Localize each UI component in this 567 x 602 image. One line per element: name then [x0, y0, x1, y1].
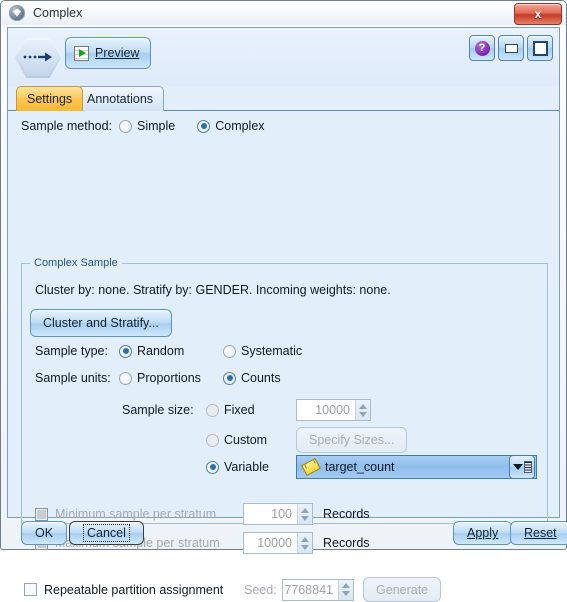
window-title: Complex	[33, 6, 83, 20]
chevron-down-icon	[342, 591, 350, 596]
node-gem-icon	[9, 5, 25, 21]
complex-sample-group	[21, 263, 548, 524]
settings-body: Sample method: Simple Complex Complex Sa…	[8, 111, 559, 602]
radio-sample-size-variable-label: Variable	[224, 460, 269, 474]
preview-button[interactable]: Preview	[65, 37, 152, 69]
tab-settings[interactable]: Settings	[16, 86, 84, 111]
minimum-stratum-units: Records	[323, 507, 370, 521]
reset-button[interactable]: Reset	[510, 521, 567, 545]
radio-sample-units-counts[interactable]	[223, 371, 236, 385]
toolbar: Preview ?	[8, 28, 559, 86]
radio-sample-units-proportions-label: Proportions	[137, 371, 201, 385]
complex-sample-dialog: Complex x Preview ? Settings Annotations…	[0, 0, 567, 602]
radio-sample-size-custom-label: Custom	[224, 433, 268, 447]
radio-sample-method-simple[interactable]	[119, 119, 132, 133]
chevron-down-icon	[512, 464, 523, 470]
seed-spinner[interactable]: 7768841	[282, 578, 354, 601]
help-button[interactable]: ?	[469, 35, 495, 61]
variable-field-combo[interactable]: target_count	[296, 455, 537, 479]
fixed-size-value: 10000	[297, 400, 355, 420]
field-picker-icon[interactable]	[509, 455, 535, 479]
radio-sample-size-variable[interactable]	[206, 460, 219, 474]
chevron-down-icon	[359, 411, 367, 417]
close-button[interactable]: x	[514, 3, 562, 25]
radio-sample-size-custom[interactable]	[206, 433, 219, 447]
radio-sample-units-counts-label: Counts	[241, 371, 281, 385]
cluster-summary: Cluster by: none. Stratify by: GENDER. I…	[35, 283, 391, 297]
repeatable-partition-row: Repeatable partition assignment Seed: 77…	[24, 577, 442, 602]
specify-sizes-label: Specify Sizes...	[309, 433, 395, 447]
checkbox-repeatable-partition-assignment[interactable]	[24, 583, 37, 596]
complex-sample-group-title: Complex Sample	[30, 257, 122, 269]
radio-sample-type-random-label: Random	[137, 344, 185, 358]
tab-settings-label: Settings	[27, 92, 73, 106]
chevron-up-icon	[301, 507, 309, 513]
sample-node-icon	[15, 34, 63, 82]
radio-sample-size-fixed-label: Fixed	[224, 403, 255, 417]
sample-method-row: Sample method: Simple Complex	[21, 119, 265, 133]
radio-sample-method-simple-label: Simple	[137, 119, 176, 133]
title-bar: Complex x	[1, 1, 566, 25]
tab-annotations-label: Annotations	[87, 92, 154, 106]
generate-seed-button[interactable]: Generate	[363, 577, 442, 602]
sample-type-row: Sample type: Random Systematic	[35, 344, 302, 358]
radio-sample-type-systematic[interactable]	[223, 344, 236, 358]
ok-button[interactable]: OK	[21, 521, 68, 545]
chevron-up-icon	[359, 403, 367, 409]
minimum-sample-per-stratum-label: Minimum sample per stratum	[55, 507, 217, 521]
fixed-size-spinner[interactable]: 10000	[296, 399, 371, 421]
seed-spinner-arrows[interactable]	[338, 579, 353, 600]
help-icon: ?	[474, 40, 490, 56]
radio-sample-type-systematic-label: Systematic	[241, 344, 303, 358]
radio-sample-method-complex[interactable]	[197, 119, 211, 133]
arrow-glyph	[23, 52, 52, 62]
sample-units-row: Sample units: Proportions Counts	[35, 371, 281, 385]
cluster-and-stratify-button[interactable]: Cluster and Stratify...	[30, 309, 172, 337]
radio-sample-units-proportions[interactable]	[119, 371, 132, 385]
sample-size-fixed-row: Sample size: Fixed 10000	[122, 399, 371, 421]
tab-bar: Settings Annotations	[8, 86, 559, 113]
sample-size-variable-row: Variable target_count	[206, 455, 537, 479]
sample-size-label: Sample size:	[122, 403, 194, 417]
variable-field-value-wrap: target_count	[297, 457, 509, 477]
cluster-and-stratify-label: Cluster and Stratify...	[43, 316, 159, 330]
sample-type-label: Sample type:	[35, 344, 108, 358]
maximize-icon	[532, 40, 548, 56]
cancel-button-label: Cancel	[83, 524, 130, 542]
preview-button-label: Preview	[95, 46, 140, 60]
preview-run-icon	[74, 45, 89, 61]
checkbox-minimum-sample-per-stratum[interactable]	[35, 507, 48, 521]
sample-method-label: Sample method:	[21, 119, 113, 133]
variable-field-value: target_count	[325, 460, 395, 474]
apply-button-label: Apply	[467, 526, 499, 540]
fixed-size-spinner-arrows[interactable]	[355, 400, 370, 420]
radio-sample-size-fixed[interactable]	[206, 403, 219, 417]
minimize-button[interactable]	[498, 35, 524, 61]
tab-annotations[interactable]: Annotations	[76, 86, 165, 111]
close-icon: x	[534, 7, 542, 21]
maximize-button[interactable]	[527, 35, 553, 61]
generate-seed-label: Generate	[376, 582, 429, 597]
minimize-icon	[504, 43, 518, 53]
specify-sizes-button[interactable]: Specify Sizes...	[296, 427, 408, 453]
sample-units-label: Sample units:	[35, 371, 111, 385]
ruler-icon	[301, 457, 321, 477]
seed-label: Seed:	[244, 582, 277, 597]
sample-size-custom-row: Custom Specify Sizes...	[206, 427, 408, 453]
cluster-summary-text: Cluster by: none. Stratify by: GENDER. I…	[35, 283, 391, 297]
field-list-icon	[523, 461, 532, 473]
apply-button[interactable]: Apply	[453, 521, 513, 545]
ok-button-label: OK	[35, 526, 54, 540]
dialog-footer: OK Cancel Apply Reset	[7, 520, 567, 546]
seed-value: 7768841	[283, 579, 338, 600]
chevron-up-icon	[342, 583, 350, 588]
reset-button-label: Reset	[524, 526, 557, 540]
cancel-button[interactable]: Cancel	[69, 521, 144, 545]
radio-sample-method-complex-label: Complex	[215, 119, 265, 133]
dialog-panel: Preview ? Settings Annotations Sample me…	[7, 27, 560, 602]
window-controls: ?	[469, 35, 553, 61]
radio-sample-type-random[interactable]	[119, 344, 132, 358]
repeatable-partition-label: Repeatable partition assignment	[44, 582, 224, 597]
